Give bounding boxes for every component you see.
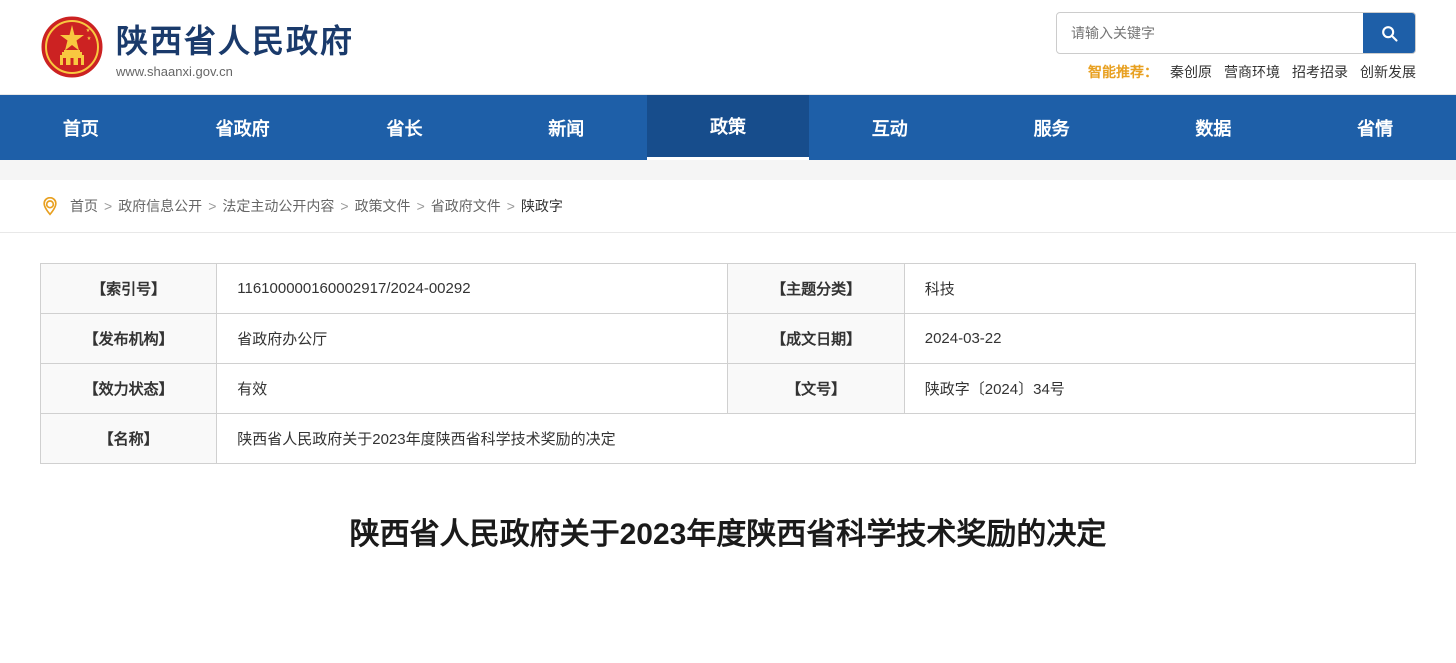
table-row-publisher: 【发布机构】 省政府办公厅 【成文日期】 2024-03-22 — [41, 314, 1416, 364]
content-area: 【索引号】 116100000160002917/2024-00292 【主题分… — [0, 233, 1456, 596]
breadcrumb-link-1[interactable]: 政府信息公开 — [118, 196, 202, 216]
doc-no-value: 陕政字〔2024〕34号 — [904, 364, 1415, 414]
breadcrumb-location-icon — [40, 196, 60, 216]
nav-item-province[interactable]: 省情 — [1294, 97, 1456, 159]
breadcrumb-link-0[interactable]: 首页 — [70, 196, 98, 216]
table-row-index: 【索引号】 116100000160002917/2024-00292 【主题分… — [41, 264, 1416, 314]
logo-area: 陕西省人民政府 www.shaanxi.gov.cn — [40, 15, 354, 79]
breadcrumb-link-4[interactable]: 省政府文件 — [431, 196, 501, 216]
doc-no-label: 【文号】 — [728, 364, 904, 414]
smart-tag-3[interactable]: 创新发展 — [1360, 62, 1416, 82]
publisher-label: 【发布机构】 — [41, 314, 217, 364]
sub-header-stripe — [0, 160, 1456, 180]
breadcrumb-link-3[interactable]: 政策文件 — [355, 196, 411, 216]
index-no-value: 116100000160002917/2024-00292 — [217, 264, 728, 314]
page-header: 陕西省人民政府 www.shaanxi.gov.cn 智能推荐： 秦创原 营商环… — [0, 0, 1456, 95]
government-emblem-icon — [40, 15, 104, 79]
smart-label: 智能推荐： — [1088, 62, 1158, 82]
nav-item-interaction[interactable]: 互动 — [809, 97, 971, 159]
search-box — [1056, 12, 1416, 54]
smart-tag-1[interactable]: 营商环境 — [1224, 62, 1280, 82]
name-value: 陕西省人民政府关于2023年度陕西省科学技术奖励的决定 — [217, 414, 1416, 464]
site-title: 陕西省人民政府 — [116, 16, 354, 62]
index-no-label: 【索引号】 — [41, 264, 217, 314]
breadcrumb-sep-4: > — [507, 198, 515, 214]
nav-item-government[interactable]: 省政府 — [162, 97, 324, 159]
status-value: 有效 — [217, 364, 728, 414]
publisher-value: 省政府办公厅 — [217, 314, 728, 364]
smart-recommend: 智能推荐： 秦创原 营商环境 招考招录 创新发展 — [1088, 62, 1416, 82]
search-button[interactable] — [1363, 13, 1415, 53]
table-row-status: 【效力状态】 有效 【文号】 陕政字〔2024〕34号 — [41, 364, 1416, 414]
search-area: 智能推荐： 秦创原 营商环境 招考招录 创新发展 — [1056, 12, 1416, 82]
breadcrumb-sep-1: > — [208, 198, 216, 214]
doc-title: 陕西省人民政府关于2023年度陕西省科学技术奖励的决定 — [40, 494, 1416, 566]
date-value: 2024-03-22 — [904, 314, 1415, 364]
breadcrumb-link-2[interactable]: 法定主动公开内容 — [222, 196, 334, 216]
breadcrumb: 首页 > 政府信息公开 > 法定主动公开内容 > 政策文件 > 省政府文件 > … — [0, 180, 1456, 233]
theme-value: 科技 — [904, 264, 1415, 314]
name-label: 【名称】 — [41, 414, 217, 464]
date-label: 【成文日期】 — [728, 314, 904, 364]
smart-tag-2[interactable]: 招考招录 — [1292, 62, 1348, 82]
breadcrumb-sep-3: > — [417, 198, 425, 214]
nav-item-policy[interactable]: 政策 — [647, 95, 809, 160]
breadcrumb-sep-2: > — [340, 198, 348, 214]
nav-item-home[interactable]: 首页 — [0, 97, 162, 159]
nav-item-governor[interactable]: 省长 — [324, 97, 486, 159]
main-nav: 首页 省政府 省长 新闻 政策 互动 服务 数据 省情 — [0, 95, 1456, 160]
search-icon — [1379, 23, 1399, 43]
site-url: www.shaanxi.gov.cn — [116, 64, 354, 79]
table-row-name: 【名称】 陕西省人民政府关于2023年度陕西省科学技术奖励的决定 — [41, 414, 1416, 464]
breadcrumb-current: 陕政字 — [521, 196, 563, 216]
status-label: 【效力状态】 — [41, 364, 217, 414]
nav-item-news[interactable]: 新闻 — [485, 97, 647, 159]
nav-item-data[interactable]: 数据 — [1132, 97, 1294, 159]
smart-tag-0[interactable]: 秦创原 — [1170, 62, 1212, 82]
logo-text: 陕西省人民政府 www.shaanxi.gov.cn — [116, 16, 354, 79]
search-input[interactable] — [1057, 15, 1363, 51]
nav-item-service[interactable]: 服务 — [971, 97, 1133, 159]
theme-label: 【主题分类】 — [728, 264, 904, 314]
breadcrumb-sep-0: > — [104, 198, 112, 214]
doc-meta-table: 【索引号】 116100000160002917/2024-00292 【主题分… — [40, 263, 1416, 464]
